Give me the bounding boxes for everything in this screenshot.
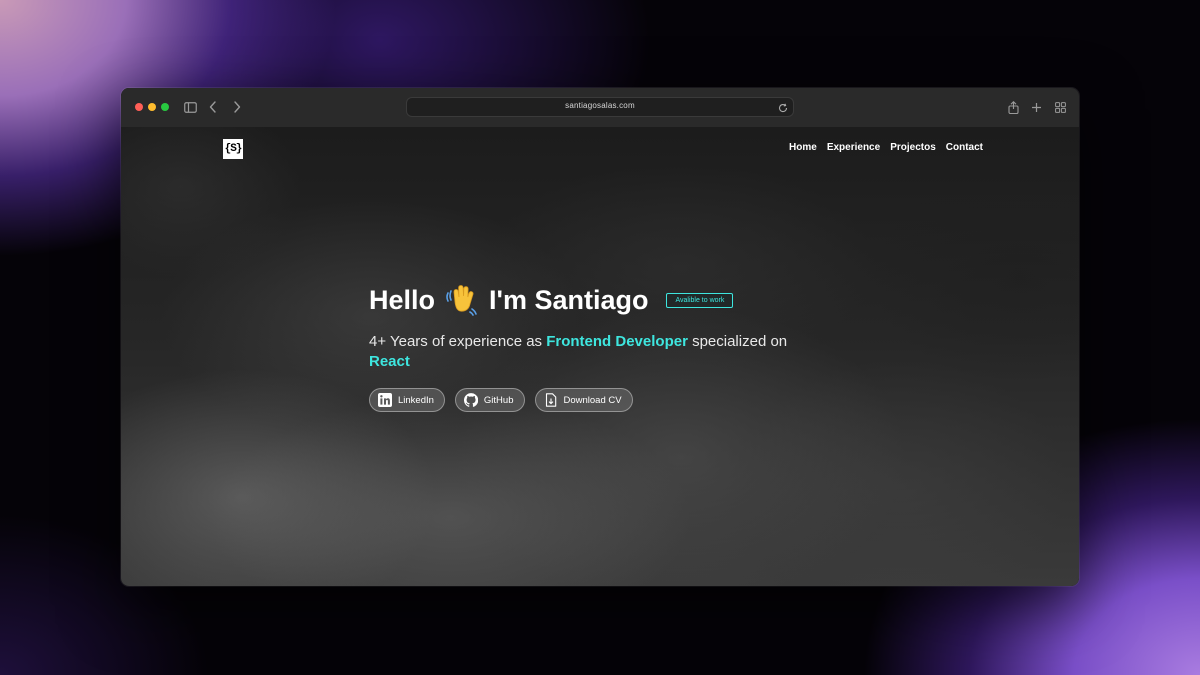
reload-icon[interactable] <box>777 101 789 113</box>
subtitle-text-pre: 4+ Years of experience as <box>369 333 547 350</box>
download-cv-label: Download CV <box>563 394 622 406</box>
hero-title-row: Hello I'm Santiago Avalible to work <box>369 282 829 318</box>
linkedin-button[interactable]: LinkedIn <box>369 388 445 412</box>
hero-subtitle: 4+ Years of experience as Frontend Devel… <box>369 332 819 372</box>
subtitle-tech: React <box>369 353 410 370</box>
url-text: santiagosalas.com <box>565 101 635 110</box>
close-window-button[interactable] <box>135 103 143 111</box>
hero-section: Hello I'm Santiago Avalible to work 4+ Y… <box>369 282 829 412</box>
page-viewport: {S} Home Experience Projectos Contact He… <box>121 127 1079 586</box>
subtitle-text-mid: specialized on <box>687 333 788 350</box>
minimize-window-button[interactable] <box>148 103 156 111</box>
tab-overview-icon[interactable] <box>1052 99 1068 115</box>
hero-name: I'm Santiago <box>489 284 649 315</box>
hero-greeting: Hello <box>369 284 436 315</box>
main-nav: Home Experience Projectos Contact <box>789 142 983 153</box>
download-file-icon <box>544 393 558 407</box>
subtitle-role: Frontend Developer <box>546 333 688 350</box>
address-bar[interactable]: santiagosalas.com <box>406 97 794 117</box>
availability-badge: Avalible to work <box>666 292 734 308</box>
sidebar-icon[interactable] <box>182 99 198 115</box>
github-label: GitHub <box>483 394 514 406</box>
linkedin-label: LinkedIn <box>398 394 434 406</box>
forward-icon[interactable] <box>229 99 245 115</box>
nav-link-projects[interactable]: Projectos <box>890 142 936 153</box>
social-buttons: LinkedIn GitHub Download CV <box>369 388 829 412</box>
browser-window: santiagosalas.com {S} Home Experience Pr… <box>121 88 1079 586</box>
nav-link-contact[interactable]: Contact <box>946 142 983 153</box>
new-tab-icon[interactable] <box>1028 99 1044 115</box>
download-cv-button[interactable]: Download CV <box>534 388 633 412</box>
hero-title: Hello I'm Santiago <box>369 284 648 316</box>
linkedin-icon <box>378 393 392 407</box>
nav-link-experience[interactable]: Experience <box>827 142 880 153</box>
site-logo[interactable]: {S} <box>223 139 243 159</box>
github-icon <box>463 393 478 407</box>
back-icon[interactable] <box>205 99 221 115</box>
browser-toolbar: santiagosalas.com <box>121 88 1079 128</box>
nav-link-home[interactable]: Home <box>789 142 817 153</box>
github-button[interactable]: GitHub <box>454 388 525 412</box>
share-icon[interactable] <box>1005 99 1021 115</box>
maximize-window-button[interactable] <box>161 103 169 111</box>
waving-hand-icon <box>445 284 479 316</box>
